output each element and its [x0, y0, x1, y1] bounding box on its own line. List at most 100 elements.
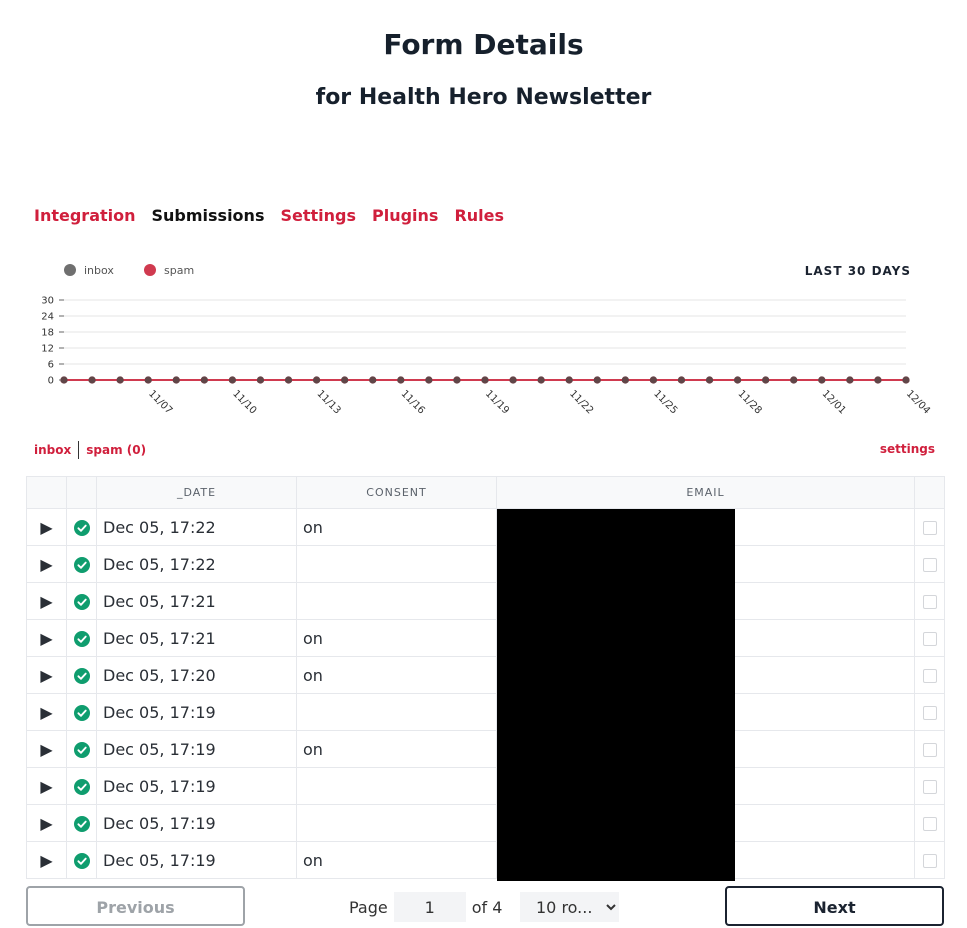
row-select-checkbox[interactable]: [922, 669, 937, 683]
table-settings-link[interactable]: settings: [880, 442, 935, 456]
inbox-point: [144, 376, 152, 384]
table-row[interactable]: ▶ Dec 05, 17:22 on: [26, 508, 945, 546]
header-status: [66, 476, 97, 509]
legend-label-spam: spam: [164, 264, 194, 277]
x-tick-label: 12/04: [904, 388, 932, 416]
check-circle-icon: [73, 594, 90, 610]
legend-label-inbox: inbox: [84, 264, 114, 277]
row-select-cell: [914, 508, 945, 546]
expand-row-icon[interactable]: ▶: [26, 841, 67, 879]
inbox-point: [734, 376, 742, 384]
check-circle-icon: [73, 520, 90, 536]
table-row[interactable]: ▶ Dec 05, 17:19: [26, 693, 945, 731]
page-number-input[interactable]: [393, 892, 466, 922]
row-select-cell: [914, 693, 945, 731]
status-cell: [66, 804, 97, 842]
status-cell: [66, 656, 97, 694]
row-select-checkbox[interactable]: [922, 706, 937, 720]
x-tick-label: 11/16: [399, 388, 427, 416]
inbox-point: [677, 376, 686, 384]
row-select-checkbox[interactable]: [922, 743, 937, 757]
header-date[interactable]: _DATE: [96, 476, 297, 509]
inbox-point: [397, 376, 405, 384]
expand-row-icon[interactable]: ▶: [26, 656, 67, 694]
rows-per-page-select[interactable]: 10 ro...: [520, 892, 619, 922]
redacted-email-block: [497, 509, 735, 881]
inbox-point: [313, 376, 321, 384]
status-cell: [66, 508, 97, 546]
inbox-point: [60, 376, 68, 384]
expand-row-icon[interactable]: ▶: [26, 730, 67, 768]
submissions-chart: inbox spam LAST 30 DAYS 0 6 12 18 24 30 11/07 1…: [0, 250, 967, 425]
inbox-point: [341, 376, 349, 384]
check-circle-icon: [73, 557, 90, 573]
y-tick-label: 0: [48, 376, 54, 387]
chart-svg: inbox spam LAST 30 DAYS 0 6 12 18 24 30 11/07 1…: [41, 264, 932, 417]
date-cell: Dec 05, 17:20: [96, 656, 297, 694]
table-row[interactable]: ▶ Dec 05, 17:20 on: [26, 656, 945, 694]
table-row[interactable]: ▶ Dec 05, 17:19 on: [26, 730, 945, 768]
expand-row-icon[interactable]: ▶: [26, 582, 67, 620]
pagination-bar: Previous Page of 4 10 ro... Next: [26, 886, 944, 926]
previous-button[interactable]: Previous: [26, 886, 245, 926]
inbox-point: [705, 376, 714, 384]
inbox-point: [172, 376, 180, 384]
chart-range-label: LAST 30 DAYS: [805, 264, 911, 278]
inbox-point: [874, 376, 882, 384]
inbox-point: [481, 376, 489, 384]
header-email[interactable]: EMAIL: [496, 476, 915, 509]
tab-settings[interactable]: Settings: [280, 206, 356, 225]
inbox-point: [200, 376, 208, 384]
consent-cell: on: [296, 619, 497, 657]
expand-row-icon[interactable]: ▶: [26, 545, 67, 583]
status-cell: [66, 730, 97, 768]
row-select-checkbox[interactable]: [922, 558, 937, 572]
row-select-checkbox[interactable]: [922, 854, 937, 868]
inbox-point: [537, 376, 545, 384]
row-select-cell: [914, 841, 945, 879]
check-circle-icon: [73, 668, 90, 684]
tab-rules[interactable]: Rules: [454, 206, 504, 225]
inbox-point: [902, 376, 910, 384]
table-row[interactable]: ▶ Dec 05, 17:22: [26, 545, 945, 583]
inbox-point: [256, 376, 265, 384]
table-row[interactable]: ▶ Dec 05, 17:21 on: [26, 619, 945, 657]
status-cell: [66, 693, 97, 731]
row-select-checkbox[interactable]: [922, 521, 937, 535]
consent-cell: on: [296, 508, 497, 546]
consent-cell: [296, 545, 497, 583]
table-row[interactable]: ▶ Dec 05, 17:19: [26, 804, 945, 842]
check-circle-icon: [73, 742, 90, 758]
expand-row-icon[interactable]: ▶: [26, 508, 67, 546]
row-select-checkbox[interactable]: [922, 595, 937, 609]
expand-row-icon[interactable]: ▶: [26, 693, 67, 731]
submissions-table: _DATE CONSENT EMAIL ▶ Dec 05, 17:22 on ▶ Dec…: [26, 476, 945, 879]
expand-row-icon[interactable]: ▶: [26, 619, 67, 657]
table-row[interactable]: ▶ Dec 05, 17:19 on: [26, 841, 945, 879]
row-select-cell: [914, 545, 945, 583]
table-row[interactable]: ▶ Dec 05, 17:21: [26, 582, 945, 620]
page-count: of 4: [471, 897, 503, 917]
y-tick-label: 6: [48, 360, 54, 371]
spam-filter-link[interactable]: spam (0): [86, 443, 146, 457]
row-select-checkbox[interactable]: [922, 817, 937, 831]
date-cell: Dec 05, 17:19: [96, 730, 297, 768]
legend-marker-inbox: [64, 264, 76, 276]
inbox-point: [846, 376, 854, 384]
expand-row-icon[interactable]: ▶: [26, 804, 67, 842]
inbox-filter-link[interactable]: inbox: [34, 443, 71, 457]
tab-integration[interactable]: Integration: [34, 206, 136, 225]
row-select-cell: [914, 656, 945, 694]
tab-submissions[interactable]: Submissions: [152, 206, 265, 225]
row-select-checkbox[interactable]: [922, 632, 937, 646]
consent-cell: on: [296, 730, 497, 768]
table-row[interactable]: ▶ Dec 05, 17:19: [26, 767, 945, 805]
legend-marker-spam: [144, 264, 156, 276]
x-tick-label: 11/13: [314, 388, 342, 416]
row-select-checkbox[interactable]: [922, 780, 937, 794]
next-button[interactable]: Next: [725, 886, 944, 926]
header-consent[interactable]: CONSENT: [296, 476, 497, 509]
inbox-point: [818, 376, 826, 384]
tab-plugins[interactable]: Plugins: [372, 206, 438, 225]
expand-row-icon[interactable]: ▶: [26, 767, 67, 805]
